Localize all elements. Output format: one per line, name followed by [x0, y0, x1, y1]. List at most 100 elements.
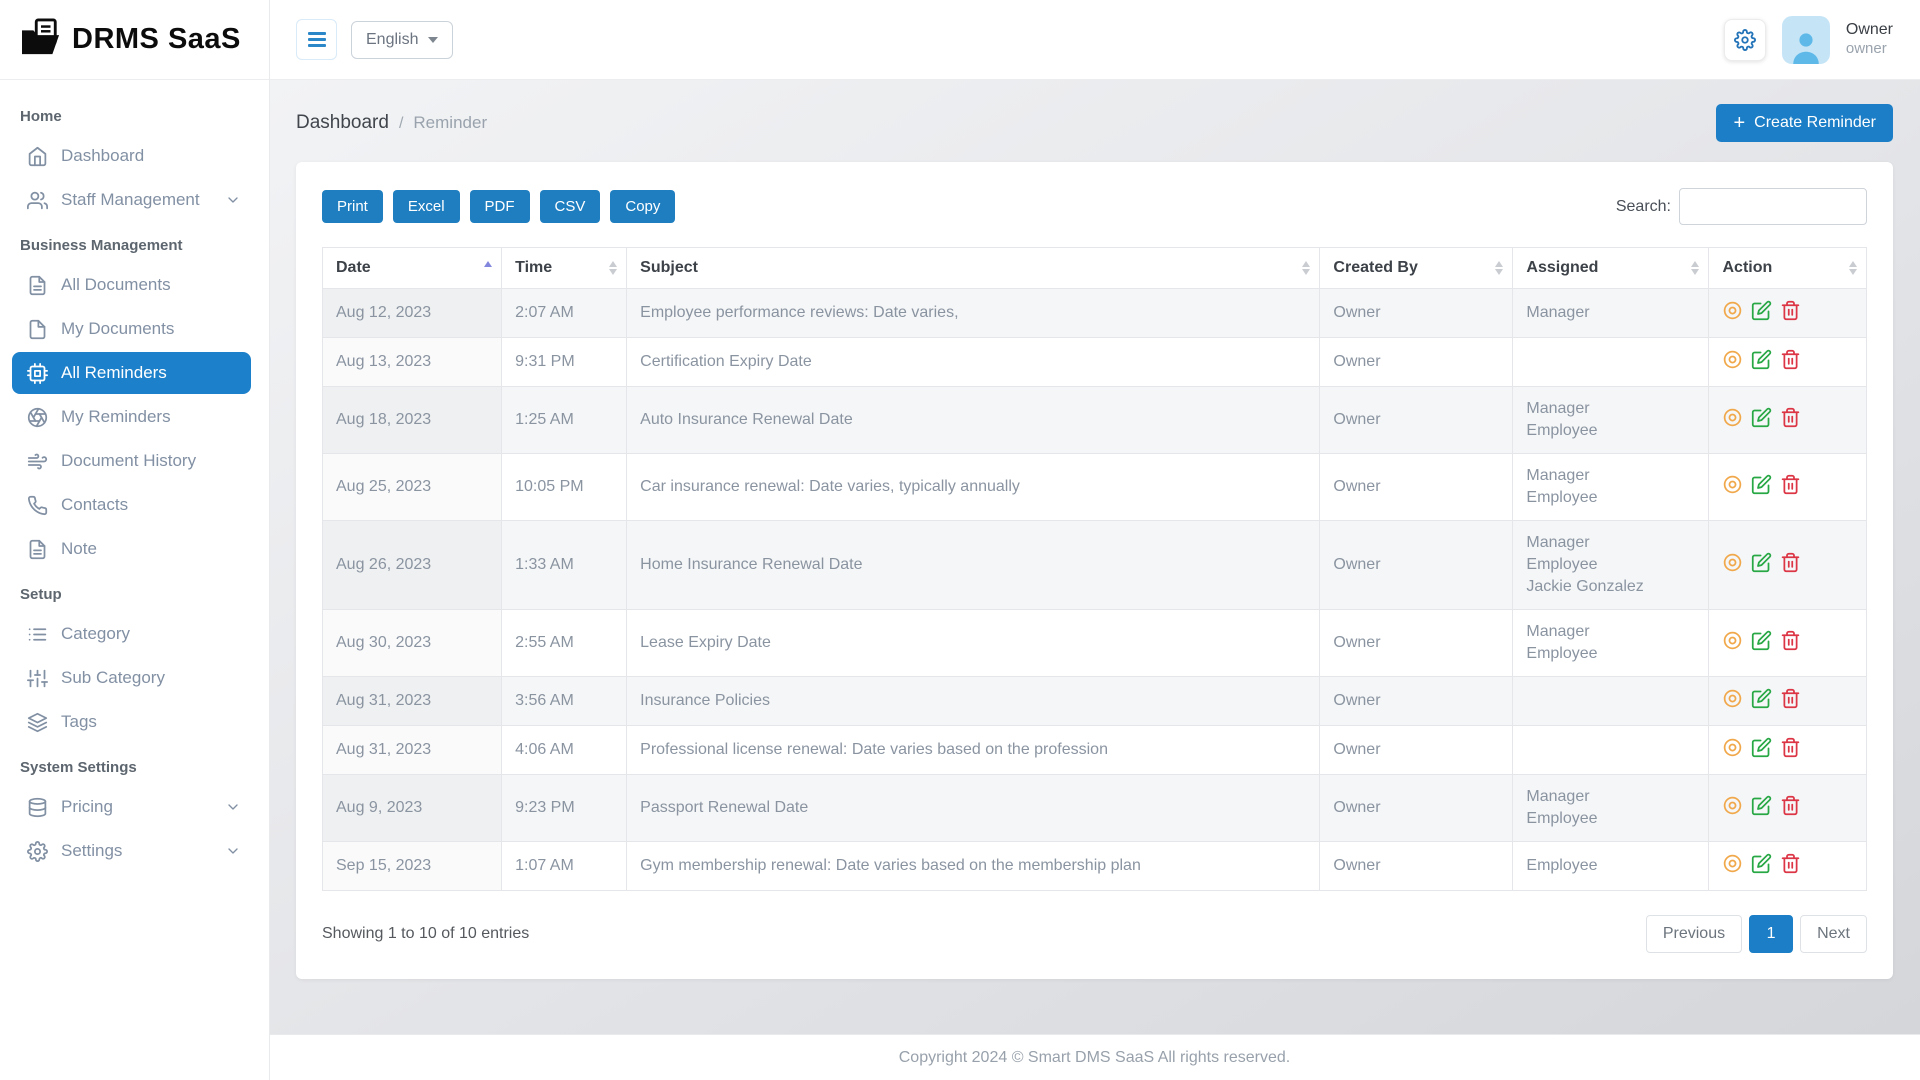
settings-button[interactable] [1724, 19, 1766, 61]
edit-button[interactable] [1751, 630, 1772, 656]
column-header-time[interactable]: Time [502, 248, 627, 289]
delete-button[interactable] [1780, 349, 1801, 375]
edit-button[interactable] [1751, 300, 1772, 326]
search-input[interactable] [1679, 188, 1867, 225]
delete-button[interactable] [1780, 407, 1801, 433]
delete-button[interactable] [1780, 853, 1801, 879]
logo[interactable]: DRMS SaaS [0, 0, 269, 80]
app-window: DRMS SaaS HomeDashboardStaff ManagementB… [0, 0, 1920, 1080]
delete-button[interactable] [1780, 474, 1801, 500]
view-button[interactable] [1722, 300, 1743, 326]
pagination-page-1-button[interactable]: 1 [1749, 915, 1793, 953]
trash-icon [1780, 349, 1801, 375]
column-header-action[interactable]: Action [1709, 248, 1867, 289]
print-button[interactable]: Print [322, 190, 383, 223]
assignee: Manager [1526, 786, 1695, 808]
edit-button[interactable] [1751, 795, 1772, 821]
breadcrumb-dashboard[interactable]: Dashboard [296, 112, 389, 134]
edit-icon [1751, 630, 1772, 656]
view-button[interactable] [1722, 795, 1743, 821]
trash-icon [1780, 737, 1801, 763]
csv-button[interactable]: CSV [540, 190, 601, 223]
edit-button[interactable] [1751, 737, 1772, 763]
sidebar-item-sub-category[interactable]: Sub Category [12, 657, 251, 699]
search-label: Search: [1616, 198, 1671, 216]
view-button[interactable] [1722, 407, 1743, 433]
sidebar-section-header-business-management: Business Management [0, 223, 269, 262]
pagination-previous-button[interactable]: Previous [1646, 915, 1742, 953]
avatar[interactable] [1782, 16, 1830, 64]
table-row: Aug 13, 20239:31 PMCertification Expiry … [323, 338, 1867, 387]
eye-icon [1722, 853, 1743, 879]
sidebar-item-tags[interactable]: Tags [12, 701, 251, 743]
sidebar-item-document-history[interactable]: Document History [12, 440, 251, 482]
sidebar-item-settings[interactable]: Settings [12, 830, 251, 872]
trash-icon [1780, 300, 1801, 326]
delete-button[interactable] [1780, 795, 1801, 821]
cell-date: Aug 30, 2023 [323, 610, 502, 677]
delete-button[interactable] [1780, 737, 1801, 763]
column-header-date[interactable]: Date [323, 248, 502, 289]
edit-button[interactable] [1751, 688, 1772, 714]
column-header-subject[interactable]: Subject [627, 248, 1320, 289]
reminders-card: Print Excel PDF CSV Copy Search: DateTimeSub… [296, 162, 1893, 979]
settings-icon [26, 840, 48, 862]
column-header-assigned[interactable]: Assigned [1513, 248, 1709, 289]
copy-button[interactable]: Copy [610, 190, 675, 223]
delete-button[interactable] [1780, 552, 1801, 578]
sidebar-item-category[interactable]: Category [12, 613, 251, 655]
delete-button[interactable] [1780, 300, 1801, 326]
cell-assigned: Manager [1513, 289, 1709, 338]
sidebar-toggle-button[interactable] [296, 19, 337, 60]
pdf-button[interactable]: PDF [470, 190, 530, 223]
edit-button[interactable] [1751, 474, 1772, 500]
phone-icon [26, 494, 48, 516]
cell-action [1709, 289, 1867, 338]
edit-button[interactable] [1751, 853, 1772, 879]
view-button[interactable] [1722, 349, 1743, 375]
cell-assigned: ManagerEmployeeJackie Gonzalez [1513, 521, 1709, 610]
sidebar-item-dashboard[interactable]: Dashboard [12, 135, 251, 177]
pagination-next-button[interactable]: Next [1800, 915, 1867, 953]
sidebar-item-note[interactable]: Note [12, 528, 251, 570]
sidebar-item-contacts[interactable]: Contacts [12, 484, 251, 526]
edit-button[interactable] [1751, 407, 1772, 433]
sidebar-item-all-documents[interactable]: All Documents [12, 264, 251, 306]
sidebar-item-my-reminders[interactable]: My Reminders [12, 396, 251, 438]
cell-subject: Gym membership renewal: Date varies base… [627, 842, 1320, 891]
language-select[interactable]: English [351, 21, 453, 59]
view-button[interactable] [1722, 853, 1743, 879]
sidebar-item-pricing[interactable]: Pricing [12, 786, 251, 828]
column-header-created-by[interactable]: Created By [1320, 248, 1513, 289]
users-icon [26, 189, 48, 211]
cell-time: 2:07 AM [502, 289, 627, 338]
view-button[interactable] [1722, 474, 1743, 500]
cell-subject: Lease Expiry Date [627, 610, 1320, 677]
view-button[interactable] [1722, 688, 1743, 714]
view-button[interactable] [1722, 552, 1743, 578]
create-reminder-button[interactable]: + Create Reminder [1716, 104, 1893, 142]
sidebar-item-label: Dashboard [61, 146, 144, 166]
sidebar-item-label: Tags [61, 712, 97, 732]
assignee: Manager [1526, 465, 1695, 487]
cell-assigned: Employee [1513, 842, 1709, 891]
gear-icon [1734, 29, 1756, 51]
assignee: Manager [1526, 398, 1695, 420]
table-row: Aug 30, 20232:55 AMLease Expiry DateOwne… [323, 610, 1867, 677]
cell-date: Aug 25, 2023 [323, 454, 502, 521]
excel-button[interactable]: Excel [393, 190, 460, 223]
sidebar-item-label: Note [61, 539, 97, 559]
sidebar-item-all-reminders[interactable]: All Reminders [12, 352, 251, 394]
cell-action [1709, 454, 1867, 521]
delete-button[interactable] [1780, 630, 1801, 656]
cell-time: 3:56 AM [502, 677, 627, 726]
view-button[interactable] [1722, 737, 1743, 763]
sidebar-item-staff-management[interactable]: Staff Management [12, 179, 251, 221]
delete-button[interactable] [1780, 688, 1801, 714]
edit-button[interactable] [1751, 349, 1772, 375]
edit-button[interactable] [1751, 552, 1772, 578]
sidebar-item-my-documents[interactable]: My Documents [12, 308, 251, 350]
user-icon [1788, 28, 1824, 64]
view-button[interactable] [1722, 630, 1743, 656]
cell-created-by: Owner [1320, 775, 1513, 842]
